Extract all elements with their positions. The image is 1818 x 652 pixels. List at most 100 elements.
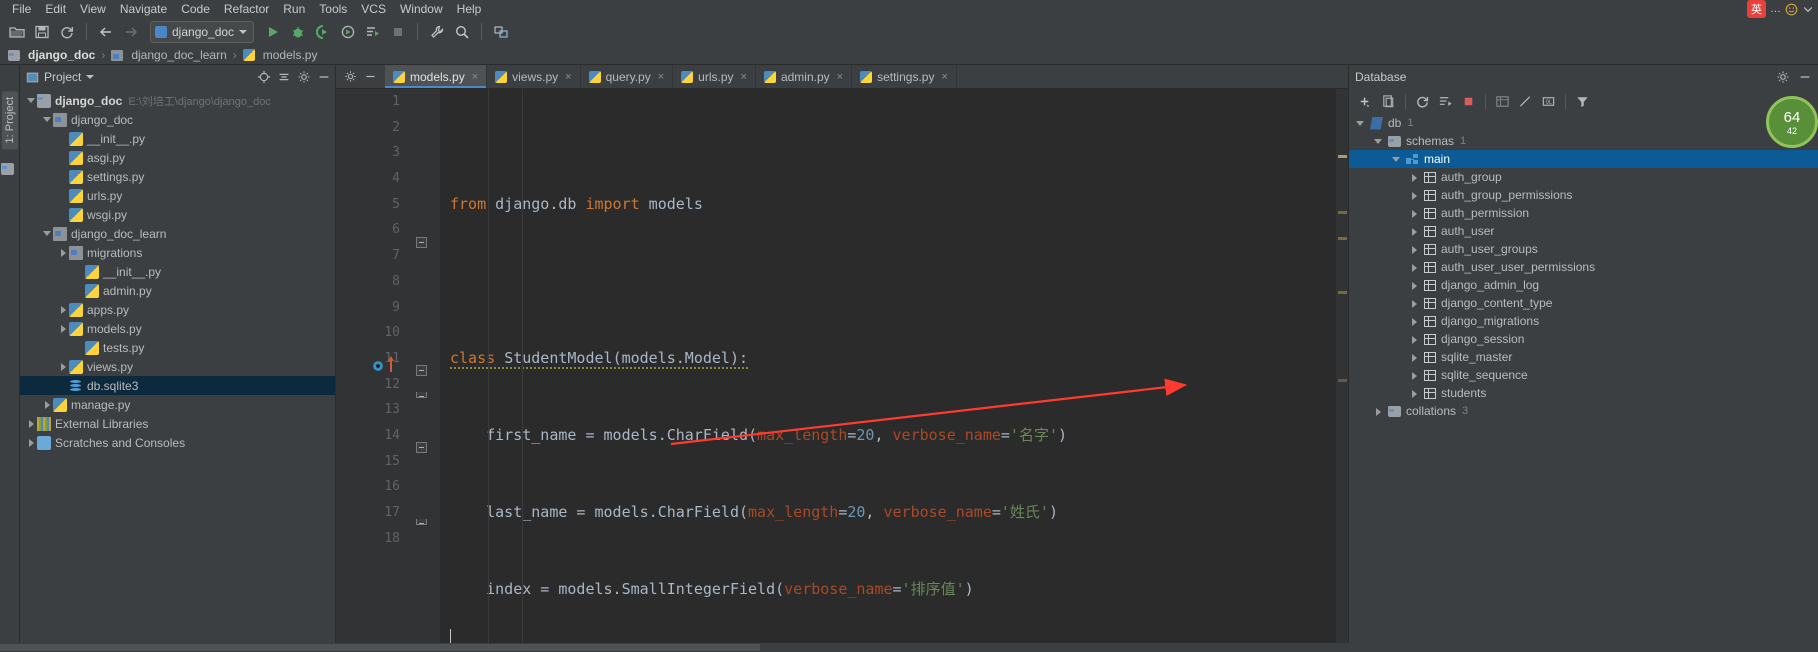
menu-item-file[interactable]: File: [5, 1, 38, 17]
menu-item-code[interactable]: Code: [174, 1, 217, 17]
chevron-right-icon[interactable]: [1373, 406, 1384, 417]
gear-icon[interactable]: [1776, 70, 1790, 84]
chevron-down-icon[interactable]: [1373, 136, 1384, 147]
hide-panel-icon[interactable]: [317, 70, 331, 84]
chevron-right-icon[interactable]: [1409, 280, 1420, 291]
database-tree-row[interactable]: schemas 1: [1349, 132, 1818, 150]
database-tree-row[interactable]: db 1: [1349, 114, 1818, 132]
project-tree-row[interactable]: manage.py: [20, 395, 335, 414]
filter-icon[interactable]: [1572, 91, 1593, 112]
locate-target-icon[interactable]: [257, 70, 271, 84]
database-tree-row[interactable]: django_migrations: [1349, 312, 1818, 330]
database-tree-row[interactable]: collations 3: [1349, 402, 1818, 420]
breadcrumb-item-0[interactable]: django_doc: [8, 48, 95, 62]
chevron-right-icon[interactable]: [1409, 298, 1420, 309]
database-toolbar-icon[interactable]: [490, 21, 512, 43]
fold-marker-def[interactable]: [416, 365, 427, 376]
chevron-right-icon[interactable]: [1409, 262, 1420, 273]
search-everywhere-icon[interactable]: [451, 21, 473, 43]
menu-item-window[interactable]: Window: [393, 1, 450, 17]
chevron-down-icon[interactable]: [42, 114, 53, 125]
editor-tab[interactable]: query.py ×: [580, 65, 674, 88]
menu-item-help[interactable]: Help: [450, 1, 489, 17]
editor-tab[interactable]: admin.py ×: [755, 65, 853, 88]
project-tree-row[interactable]: urls.py: [20, 186, 335, 205]
fold-marker-meta[interactable]: [416, 442, 427, 453]
open-table-editor-icon[interactable]: [1492, 91, 1513, 112]
run-button[interactable]: [262, 21, 284, 43]
open-folder-icon[interactable]: [6, 21, 28, 43]
stop-button[interactable]: [387, 21, 409, 43]
gear-icon[interactable]: [297, 70, 311, 84]
database-tree-row[interactable]: auth_group_permissions: [1349, 186, 1818, 204]
editor-gutter[interactable]: 123456789101112131415161718: [336, 89, 408, 652]
project-tree-row[interactable]: django_doc: [20, 110, 335, 129]
project-tree-row[interactable]: db.sqlite3: [20, 376, 335, 395]
ime-indicator[interactable]: 英: [1747, 0, 1766, 18]
collapse-all-icon[interactable]: [277, 70, 291, 84]
stop-icon[interactable]: [1458, 91, 1479, 112]
open-query-console-icon[interactable]: QL: [1538, 91, 1559, 112]
hide-panel-icon[interactable]: [364, 70, 377, 83]
tool-window-button-project[interactable]: 1: Project: [1, 91, 18, 150]
forward-icon[interactable]: [120, 21, 142, 43]
project-tree[interactable]: django_doc E:\刘培工\django\django_doc django…: [20, 89, 335, 652]
structure-folder-icon[interactable]: [1, 163, 14, 176]
chevron-right-icon[interactable]: [1409, 172, 1420, 183]
synchronize-icon[interactable]: [1435, 91, 1456, 112]
gear-icon[interactable]: [344, 70, 357, 83]
database-tree-row[interactable]: django_admin_log: [1349, 276, 1818, 294]
project-tree-row[interactable]: __init__.py: [20, 129, 335, 148]
project-tree-row[interactable]: django_doc_learn: [20, 224, 335, 243]
run-gutter-icon[interactable]: [372, 359, 384, 377]
profile-button[interactable]: [337, 21, 359, 43]
project-tree-row[interactable]: Scratches and Consoles: [20, 433, 335, 452]
menu-item-refactor[interactable]: Refactor: [217, 1, 276, 17]
close-icon[interactable]: ×: [941, 71, 947, 83]
project-tree-row[interactable]: models.py: [20, 319, 335, 338]
breadcrumb-item-2[interactable]: models.py: [242, 48, 317, 62]
hide-panel-icon[interactable]: [1798, 70, 1812, 84]
editor-tab[interactable]: settings.py ×: [852, 65, 957, 88]
database-tree-row[interactable]: auth_user: [1349, 222, 1818, 240]
project-tree-row[interactable]: __init__.py: [20, 262, 335, 281]
chevron-right-icon[interactable]: [26, 437, 37, 448]
database-tree-row[interactable]: auth_user_user_permissions: [1349, 258, 1818, 276]
refresh-icon[interactable]: [1412, 91, 1433, 112]
chevron-right-icon[interactable]: [1409, 208, 1420, 219]
more-run-options-button[interactable]: [362, 21, 384, 43]
fold-marker-class[interactable]: [416, 237, 427, 248]
database-tree-row[interactable]: sqlite_sequence: [1349, 366, 1818, 384]
project-tree-row[interactable]: wsgi.py: [20, 205, 335, 224]
debug-button[interactable]: [287, 21, 309, 43]
menu-item-vcs[interactable]: VCS: [354, 1, 393, 17]
project-tree-row[interactable]: External Libraries: [20, 414, 335, 433]
close-icon[interactable]: ×: [658, 71, 664, 83]
chevron-right-icon[interactable]: [1409, 244, 1420, 255]
project-tree-row[interactable]: asgi.py: [20, 148, 335, 167]
database-tree-row[interactable]: auth_group: [1349, 168, 1818, 186]
chevron-right-icon[interactable]: [1409, 316, 1420, 327]
chevron-down-icon[interactable]: [42, 228, 53, 239]
close-icon[interactable]: ×: [565, 71, 571, 83]
editor-horizontal-scrollbar[interactable]: [0, 643, 1818, 652]
close-icon[interactable]: ×: [472, 71, 478, 83]
database-tree-row[interactable]: auth_permission: [1349, 204, 1818, 222]
project-tree-row[interactable]: settings.py: [20, 167, 335, 186]
database-tree-row[interactable]: students: [1349, 384, 1818, 402]
editor-fold-column[interactable]: [408, 89, 440, 652]
database-tree-row[interactable]: main: [1349, 150, 1818, 168]
project-tree-row[interactable]: apps.py: [20, 300, 335, 319]
menu-item-edit[interactable]: Edit: [38, 1, 73, 17]
project-tree-row[interactable]: migrations: [20, 243, 335, 262]
project-panel-title-group[interactable]: Project: [26, 70, 95, 84]
scrollbar-thumb[interactable]: [0, 644, 760, 651]
chevron-right-icon[interactable]: [58, 323, 69, 334]
tray-smiley-icon[interactable]: [1785, 3, 1798, 16]
memory-gauge[interactable]: 64 42: [1766, 96, 1818, 148]
database-tree-row[interactable]: django_session: [1349, 330, 1818, 348]
show-diagram-icon[interactable]: [1515, 91, 1536, 112]
chevron-right-icon[interactable]: [1409, 388, 1420, 399]
chevron-right-icon[interactable]: [1409, 226, 1420, 237]
sync-icon[interactable]: [56, 21, 78, 43]
